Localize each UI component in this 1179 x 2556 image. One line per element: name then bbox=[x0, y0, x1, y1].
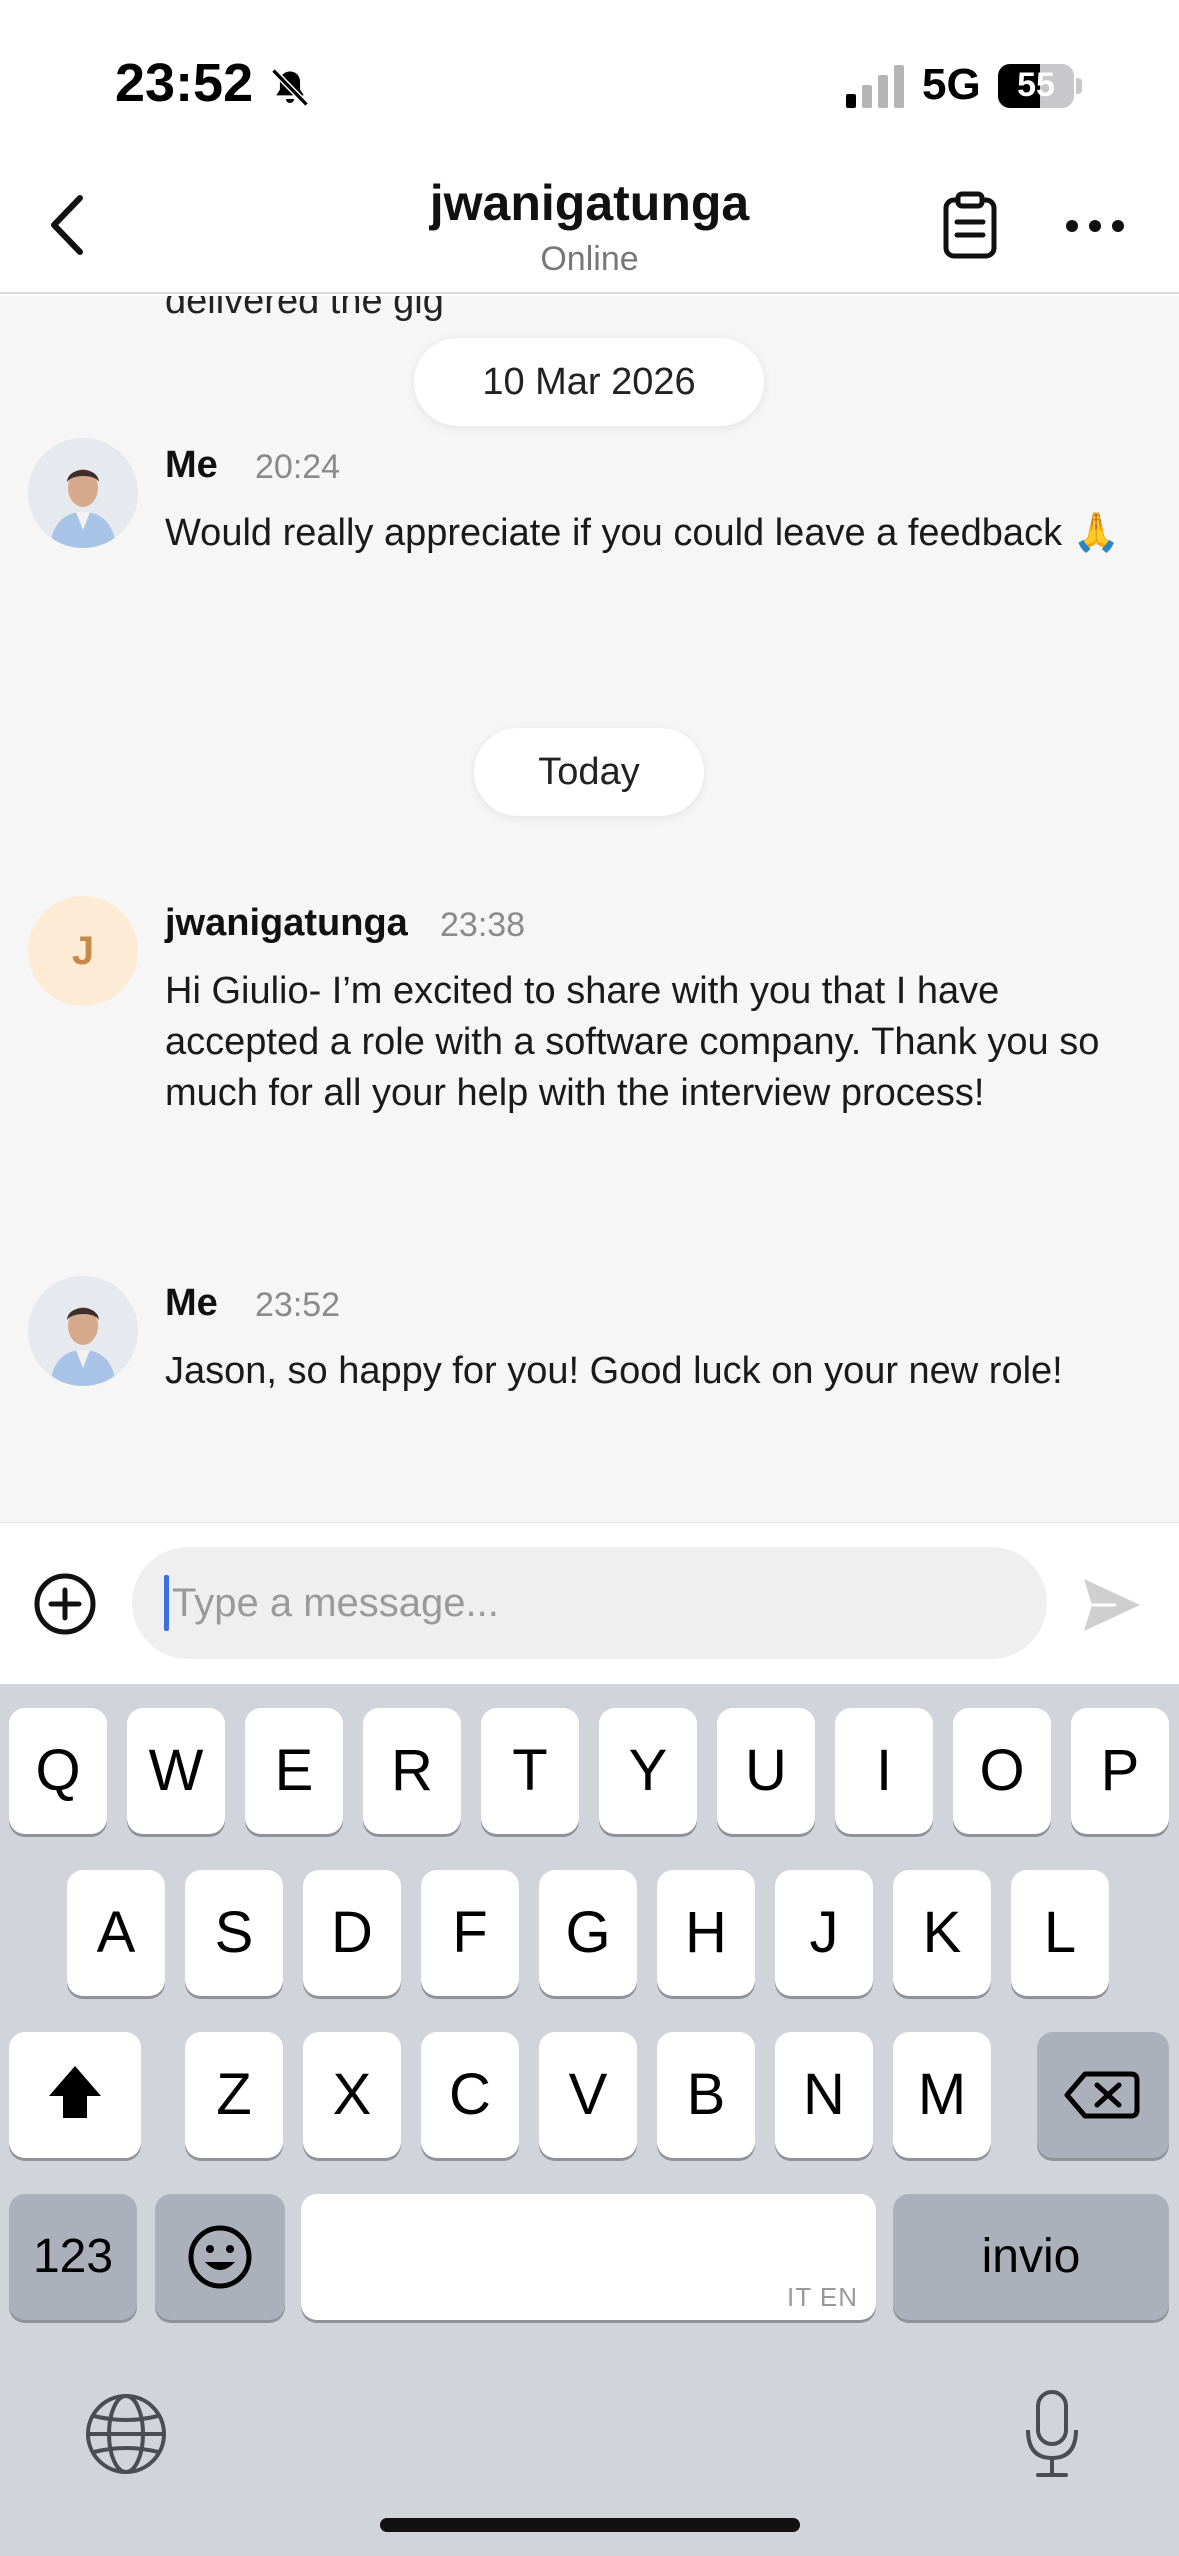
status-time: 23:52 bbox=[115, 53, 254, 113]
key-e[interactable]: E bbox=[245, 1708, 343, 1834]
bell-slash-icon bbox=[271, 68, 309, 107]
key-s[interactable]: S bbox=[185, 1870, 283, 1996]
message-time: 20:24 bbox=[255, 448, 341, 486]
shift-icon bbox=[49, 2066, 101, 2118]
previous-message-text: delivered the gig bbox=[165, 296, 444, 322]
numbers-key[interactable]: 123 bbox=[9, 2194, 137, 2320]
chat-screen: 23:52 5G 55 jwanigatunga Online delivere… bbox=[0, 0, 1179, 2556]
key-v[interactable]: V bbox=[539, 2032, 637, 2158]
message-sender: jwanigatunga bbox=[165, 902, 408, 944]
battery-icon: 55 bbox=[998, 64, 1082, 108]
avatar[interactable] bbox=[28, 1276, 138, 1386]
key-w[interactable]: W bbox=[127, 1708, 225, 1834]
key-n[interactable]: N bbox=[775, 2032, 873, 2158]
message-text: Would really appreciate if you could lea… bbox=[165, 512, 1120, 554]
key-o[interactable]: O bbox=[953, 1708, 1051, 1834]
avatar[interactable]: J bbox=[28, 896, 138, 1006]
microphone-icon[interactable] bbox=[1020, 2388, 1084, 2480]
date-separator: Today bbox=[474, 728, 704, 816]
key-a[interactable]: A bbox=[67, 1870, 165, 1996]
space-key[interactable]: IT EN bbox=[301, 2194, 876, 2320]
key-k[interactable]: K bbox=[893, 1870, 991, 1996]
message-time: 23:38 bbox=[440, 906, 526, 944]
key-t[interactable]: T bbox=[481, 1708, 579, 1834]
key-l[interactable]: L bbox=[1011, 1870, 1109, 1996]
key-r[interactable]: R bbox=[363, 1708, 461, 1834]
key-q[interactable]: Q bbox=[9, 1708, 107, 1834]
backspace-key[interactable] bbox=[1037, 2032, 1169, 2158]
status-bar: 23:52 5G 55 bbox=[0, 0, 1179, 160]
avatar[interactable] bbox=[28, 438, 138, 548]
network-type: 5G bbox=[922, 60, 981, 109]
keyboard: Q W E R T Y U I O P A S D F G H J K L Z … bbox=[0, 1684, 1179, 2556]
message-sender: Me bbox=[165, 1282, 218, 1324]
message-text: Jason, so happy for you! Good luck on yo… bbox=[165, 1350, 1063, 1392]
signal-icon bbox=[846, 65, 904, 108]
message-input-wrap[interactable] bbox=[132, 1547, 1047, 1659]
key-f[interactable]: F bbox=[421, 1870, 519, 1996]
keyboard-language-hint: IT EN bbox=[787, 2282, 858, 2312]
emoji-icon bbox=[188, 2225, 252, 2289]
key-b[interactable]: B bbox=[657, 2032, 755, 2158]
key-d[interactable]: D bbox=[303, 1870, 401, 1996]
home-indicator bbox=[380, 2518, 800, 2532]
message-input[interactable] bbox=[172, 1547, 1032, 1659]
more-icon[interactable] bbox=[1064, 190, 1126, 262]
return-key[interactable]: invio bbox=[893, 2194, 1169, 2320]
key-g[interactable]: G bbox=[539, 1870, 637, 1996]
message-sender: Me bbox=[165, 444, 218, 486]
shift-key[interactable] bbox=[9, 2032, 141, 2158]
key-m[interactable]: M bbox=[893, 2032, 991, 2158]
key-p[interactable]: P bbox=[1071, 1708, 1169, 1834]
key-z[interactable]: Z bbox=[185, 2032, 283, 2158]
key-i[interactable]: I bbox=[835, 1708, 933, 1834]
key-x[interactable]: X bbox=[303, 2032, 401, 2158]
date-separator: 10 Mar 2026 bbox=[414, 338, 764, 426]
message-list[interactable]: delivered the gig 10 Mar 2026 Me 20:24 W… bbox=[0, 296, 1179, 1522]
emoji-key[interactable] bbox=[155, 2194, 285, 2320]
chat-header: jwanigatunga Online bbox=[0, 160, 1179, 294]
backspace-icon bbox=[1064, 2071, 1140, 2119]
plus-circle-icon[interactable] bbox=[32, 1571, 98, 1637]
message-text: Hi Giulio- I’m excited to share with you… bbox=[165, 970, 1100, 1114]
globe-icon[interactable] bbox=[84, 2392, 168, 2476]
text-caret bbox=[164, 1575, 169, 1631]
avatar-photo-icon bbox=[28, 1276, 138, 1386]
key-u[interactable]: U bbox=[717, 1708, 815, 1834]
key-y[interactable]: Y bbox=[599, 1708, 697, 1834]
message-composer bbox=[0, 1522, 1179, 1684]
message-time: 23:52 bbox=[255, 1286, 341, 1324]
battery-percent: 55 bbox=[1017, 66, 1055, 104]
avatar-photo-icon bbox=[28, 438, 138, 548]
send-icon[interactable] bbox=[1080, 1573, 1144, 1637]
clipboard-icon[interactable] bbox=[934, 190, 1006, 262]
key-h[interactable]: H bbox=[657, 1870, 755, 1996]
key-c[interactable]: C bbox=[421, 2032, 519, 2158]
key-j[interactable]: J bbox=[775, 1870, 873, 1996]
